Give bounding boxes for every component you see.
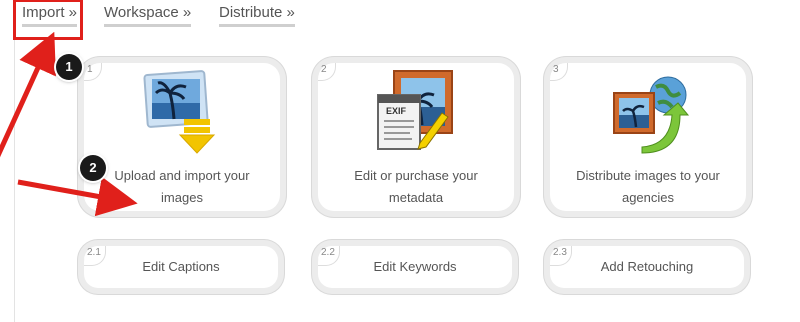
step-badge-1: 1 (56, 54, 82, 80)
arrow-to-import (0, 31, 56, 158)
annotation-arrows (0, 31, 138, 217)
arrow-to-upload (17, 176, 138, 217)
step-badge-2: 2 (80, 155, 106, 181)
